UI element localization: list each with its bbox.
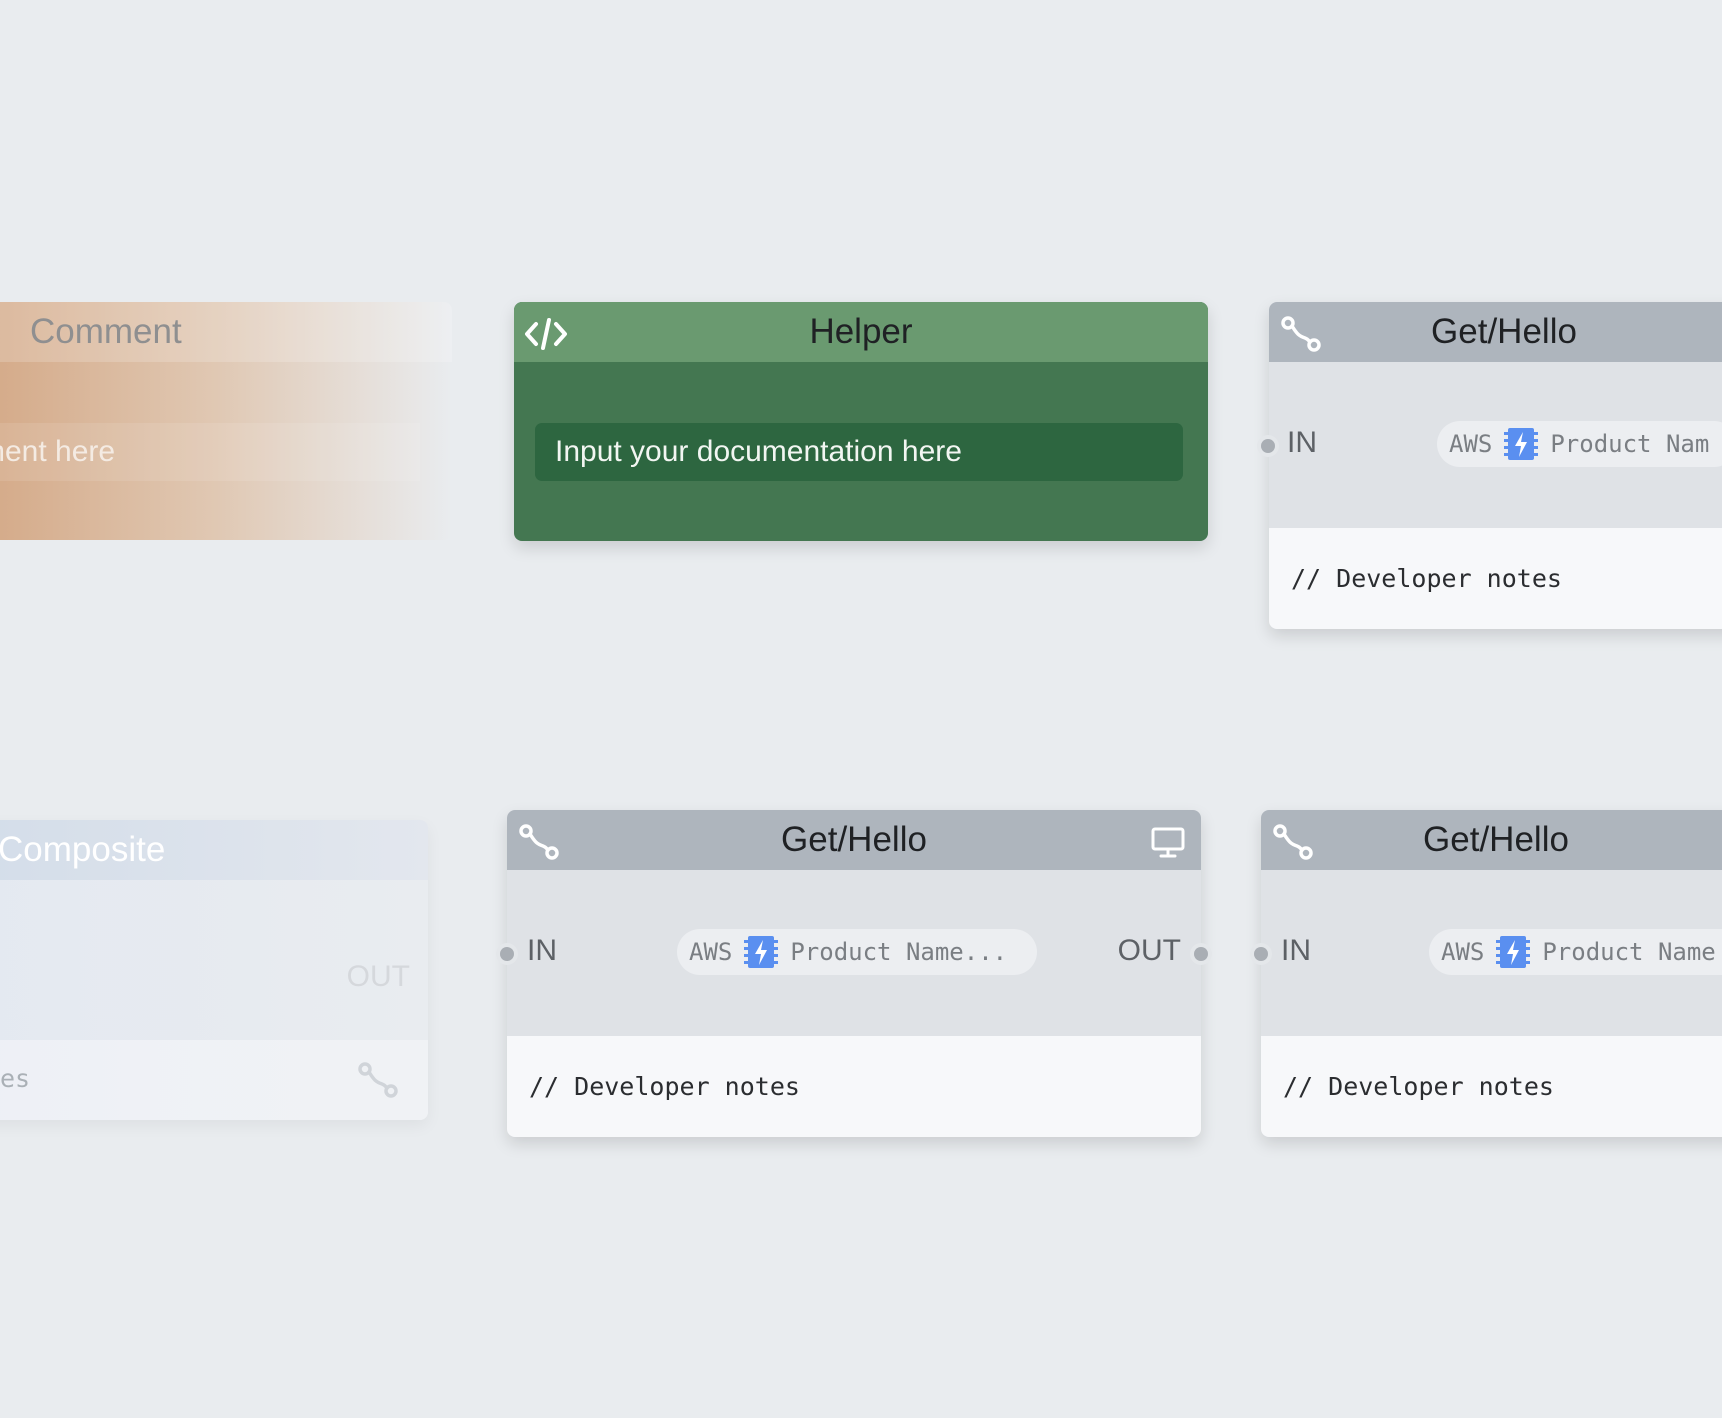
- in-port-label: IN: [1287, 426, 1317, 459]
- composite-notes-text: es: [0, 1064, 31, 1093]
- comment-node-title: Comment: [30, 312, 182, 351]
- developer-notes[interactable]: // Developer notes: [507, 1036, 1201, 1136]
- provider-chip-product: Product Name: [1542, 938, 1716, 966]
- lambda-icon: [1504, 428, 1539, 460]
- endpoint-node-main[interactable]: Get/Hello IN AWS Product Name... OUT // …: [507, 810, 1201, 1137]
- helper-node[interactable]: Helper Input your documentation here: [514, 302, 1208, 541]
- endpoint-node-header[interactable]: Get/Hello: [1261, 810, 1722, 870]
- in-port-dot[interactable]: [1261, 439, 1275, 453]
- composite-node-header[interactable]: Composite: [0, 820, 428, 880]
- endpoint-io-row: IN AWS Product Name: [1261, 870, 1722, 1036]
- provider-chip-aws: AWS: [1441, 938, 1485, 966]
- route-icon: [1281, 316, 1321, 352]
- in-port-dot[interactable]: [500, 947, 514, 961]
- composite-notes[interactable]: es: [0, 1040, 428, 1120]
- helper-node-title: Helper: [809, 312, 913, 351]
- route-icon: [1273, 824, 1313, 860]
- comment-node-header[interactable]: Comment: [0, 302, 452, 362]
- in-port-label: IN: [527, 934, 557, 967]
- endpoint-node-title: Get/Hello: [1431, 312, 1577, 351]
- in-port-label: IN: [1281, 934, 1311, 967]
- comment-input[interactable]: ment here: [0, 423, 420, 481]
- provider-chip[interactable]: AWS Product Name: [1429, 929, 1722, 975]
- provider-chip-aws: AWS: [1449, 430, 1493, 458]
- endpoint-node-top[interactable]: Get/Hello IN AWS Product Nam // Develope…: [1269, 302, 1722, 629]
- endpoint-node-bottom[interactable]: Get/Hello IN AWS Product Name // Develop…: [1261, 810, 1722, 1137]
- provider-chip-product: Product Name...: [790, 938, 1008, 966]
- endpoint-io-row: IN AWS Product Nam: [1269, 362, 1722, 528]
- code-icon: [525, 318, 567, 350]
- comment-node[interactable]: Comment ment here: [0, 302, 452, 540]
- documentation-input[interactable]: Input your documentation here: [535, 423, 1183, 481]
- in-port-dot[interactable]: [1254, 947, 1268, 961]
- route-icon: [358, 1062, 398, 1098]
- composite-node[interactable]: Composite OUT es: [0, 820, 428, 1120]
- provider-chip-product: Product Nam: [1550, 430, 1710, 458]
- documentation-input-text: Input your documentation here: [555, 435, 962, 468]
- out-port-dot[interactable]: [1194, 947, 1208, 961]
- lambda-icon: [1496, 936, 1531, 968]
- endpoint-node-header[interactable]: Get/Hello: [507, 810, 1201, 870]
- monitor-icon[interactable]: [1147, 824, 1191, 864]
- developer-notes[interactable]: // Developer notes: [1261, 1036, 1722, 1136]
- composite-node-title: Composite: [0, 830, 166, 869]
- lambda-icon: [744, 936, 779, 968]
- route-icon: [519, 824, 559, 860]
- out-port-label: OUT: [1117, 934, 1181, 967]
- endpoint-node-title: Get/Hello: [1423, 820, 1569, 859]
- endpoint-node-header[interactable]: Get/Hello: [1269, 302, 1722, 362]
- comment-input-text: ment here: [0, 435, 116, 468]
- endpoint-node-title: Get/Hello: [781, 820, 927, 859]
- provider-chip[interactable]: AWS Product Nam: [1437, 421, 1722, 467]
- helper-node-header[interactable]: Helper: [514, 302, 1208, 362]
- provider-chip[interactable]: AWS Product Name...: [677, 929, 1037, 975]
- developer-notes[interactable]: // Developer notes: [1269, 528, 1722, 628]
- composite-out-label: OUT: [346, 960, 410, 993]
- composite-io-row: OUT: [0, 880, 428, 1040]
- endpoint-io-row: IN AWS Product Name... OUT: [507, 870, 1201, 1036]
- provider-chip-aws: AWS: [689, 938, 733, 966]
